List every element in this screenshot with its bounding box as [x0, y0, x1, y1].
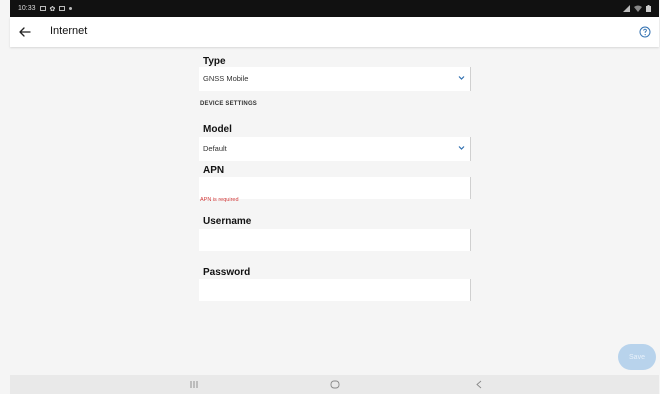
password-label: Password — [203, 267, 251, 278]
back-button[interactable] — [16, 22, 34, 42]
help-circle-icon — [639, 26, 651, 38]
type-selected-value: GNSS Mobile — [203, 74, 249, 83]
model-label: Model — [203, 124, 232, 135]
device-settings-heading: DEVICE SETTINGS — [200, 101, 258, 107]
chevron-down-icon — [458, 146, 465, 150]
battery-icon — [646, 5, 651, 12]
arrow-left-icon — [19, 27, 31, 37]
signal-icon — [623, 5, 630, 12]
settings-form: Type GNSS Mobile DEVICE SETTINGS Model D… — [10, 47, 659, 375]
model-selected-value: Default — [203, 144, 227, 153]
wifi-icon — [634, 5, 642, 12]
page-title: Internet — [50, 25, 88, 37]
status-time: 10:33 — [18, 5, 36, 12]
gear-notification-icon: ✿ — [49, 5, 56, 13]
more-notifications-icon — [69, 7, 73, 10]
model-dropdown[interactable]: Default — [199, 137, 471, 161]
type-dropdown[interactable]: GNSS Mobile — [199, 67, 471, 91]
username-input[interactable] — [199, 229, 471, 251]
type-label: Type — [203, 56, 226, 67]
image-notification-icon — [39, 6, 46, 11]
nav-back-icon[interactable] — [473, 379, 485, 390]
help-button[interactable] — [639, 25, 651, 38]
app-bar: Internet — [10, 17, 659, 47]
password-input[interactable] — [199, 279, 471, 301]
apn-input[interactable] — [199, 177, 471, 199]
apn-error-message: APN is required — [200, 197, 239, 203]
system-nav-bar — [10, 375, 659, 394]
status-right — [623, 5, 651, 12]
home-icon[interactable] — [329, 379, 341, 390]
recent-apps-icon[interactable] — [188, 379, 200, 390]
save-button[interactable]: Save — [618, 344, 656, 370]
username-label: Username — [203, 216, 252, 227]
gallery-notification-icon — [59, 6, 66, 11]
chevron-down-icon — [458, 76, 465, 80]
app-frame: 10:33 ✿ Internet Type GNSS Mobile DEVICE… — [10, 0, 659, 394]
apn-label: APN — [203, 165, 225, 176]
status-bar: 10:33 ✿ — [10, 0, 659, 17]
status-left: 10:33 ✿ — [18, 5, 73, 13]
